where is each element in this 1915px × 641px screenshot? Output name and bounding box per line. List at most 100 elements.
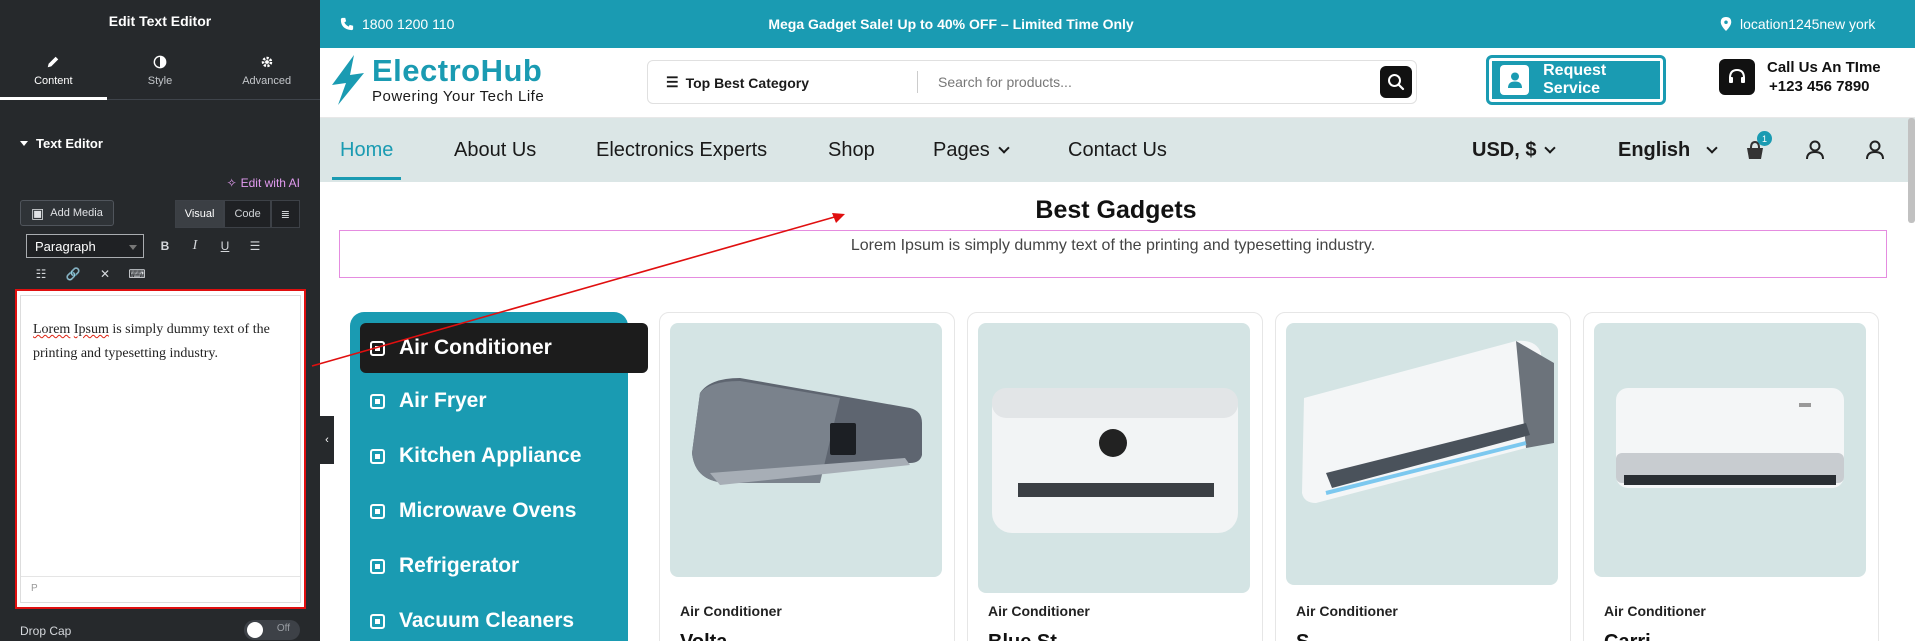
nav-pages-label: Pages (933, 138, 990, 161)
contrast-icon (153, 55, 167, 68)
code-mode-button[interactable]: Code (224, 200, 271, 228)
section-title: Text Editor (36, 135, 103, 151)
add-media-label: Add Media (50, 207, 103, 219)
chip-icon (370, 503, 385, 519)
italic-icon[interactable]: I (186, 237, 204, 255)
category-item-refrigerator[interactable]: Refrigerator (370, 546, 519, 586)
main-nav: Home About Us Electronics Experts Shop P… (320, 118, 1915, 182)
language-selector[interactable]: English (1618, 118, 1718, 182)
account-button[interactable] (1804, 118, 1826, 182)
bullet-list-icon[interactable]: ☰ (246, 237, 264, 255)
category-label: Refrigerator (399, 554, 520, 577)
product-card[interactable]: Air Conditioner S (1275, 312, 1571, 641)
editor-word-2: Ipsum (73, 322, 109, 337)
product-card[interactable]: Air Conditioner Carri (1583, 312, 1879, 641)
product-image[interactable] (670, 323, 942, 577)
add-media-button[interactable]: ▣ Add Media (20, 200, 114, 226)
product-name[interactable]: S (1296, 631, 1309, 641)
nav-shop-label: Shop (828, 138, 875, 161)
category-item-air-fryer[interactable]: Air Fryer (370, 381, 487, 421)
user-icon (1866, 140, 1884, 160)
site-logo[interactable]: ElectroHub Powering Your Tech Life (330, 54, 544, 105)
profile-button[interactable] (1864, 118, 1886, 182)
fullscreen-icon[interactable]: ✕ (96, 265, 114, 283)
cart-button[interactable]: 1 (1744, 118, 1772, 182)
search-divider (917, 71, 918, 93)
search-input[interactable] (938, 72, 1338, 92)
nav-pages[interactable]: Pages (933, 118, 1010, 182)
bold-icon[interactable]: B (156, 237, 174, 255)
currency-selector[interactable]: USD, $ (1472, 118, 1557, 182)
call-us-number: +123 456 7890 (1769, 78, 1870, 95)
product-card[interactable]: Air Conditioner Blue St (967, 312, 1263, 641)
location-pin-icon (1720, 17, 1732, 31)
media-row: ▣ Add Media Visual Code ≣ (20, 200, 300, 228)
site-header: ElectroHub Powering Your Tech Life ☰ Top… (320, 48, 1915, 118)
underline-icon[interactable]: U (216, 237, 234, 255)
toggle-knob (247, 622, 263, 638)
format-select[interactable]: Paragraph (26, 234, 144, 258)
link-icon[interactable]: 🔗 (64, 265, 82, 283)
product-image[interactable] (978, 323, 1250, 593)
nav-home[interactable]: Home (331, 118, 402, 182)
air-conditioner-image (692, 378, 922, 485)
pencil-icon (48, 56, 59, 67)
text-editor-section-toggle[interactable]: Text Editor (0, 100, 320, 186)
promo-banner: Mega Gadget Sale! Up to 40% OFF – Limite… (768, 16, 1134, 32)
nav-contact-us[interactable]: Contact Us (1068, 118, 1167, 182)
tab-advanced[interactable]: Advanced (213, 42, 320, 99)
category-item-vacuum-cleaners[interactable]: Vacuum Cleaners (370, 601, 574, 641)
tab-style[interactable]: Style (107, 42, 214, 99)
category-dropdown[interactable]: ☰ Top Best Category (666, 74, 809, 91)
drop-cap-toggle[interactable]: Off (244, 620, 300, 640)
nav-shop[interactable]: Shop (828, 118, 875, 182)
product-category: Air Conditioner (1604, 603, 1706, 619)
product-image[interactable] (1286, 323, 1558, 585)
edit-with-ai-label: Edit with AI (240, 176, 300, 190)
product-name[interactable]: Blue St (988, 631, 1057, 641)
logo-name: ElectroHub (372, 53, 543, 88)
product-card[interactable]: Air Conditioner Volta (659, 312, 955, 641)
chip-icon (370, 613, 385, 629)
tab-content[interactable]: Content (0, 42, 107, 100)
product-category: Air Conditioner (680, 603, 782, 619)
category-item-air-conditioner[interactable]: Air Conditioner (360, 323, 648, 373)
editor-canvas[interactable]: Lorem Ipsum is simply dummy text of the … (20, 295, 301, 603)
product-name[interactable]: Volta (680, 631, 727, 641)
nav-home-label: Home (340, 138, 394, 161)
location-contact[interactable]: location1245new york (1720, 16, 1875, 32)
text-editor-field[interactable]: Lorem Ipsum is simply dummy text of the … (15, 289, 306, 609)
cart-count-badge: 1 (1757, 131, 1772, 146)
editor-path: P (21, 576, 300, 602)
category-label: Microwave Ovens (399, 499, 577, 522)
category-item-kitchen-appliance[interactable]: Kitchen Appliance (370, 436, 581, 476)
text-editor-widget[interactable]: Lorem Ipsum is simply dummy text of the … (339, 230, 1887, 278)
editor-content[interactable]: Lorem Ipsum is simply dummy text of the … (21, 296, 300, 388)
nav-about-label: About Us (454, 138, 537, 161)
toggle-state: Off (276, 623, 290, 634)
visual-mode-button[interactable]: Visual (174, 200, 225, 228)
location-text: location1245new york (1740, 16, 1876, 32)
call-us-block[interactable]: Call Us An TIme +123 456 7890 (1719, 58, 1881, 96)
keyboard-icon[interactable]: ⌨ (128, 265, 146, 283)
product-image[interactable] (1594, 323, 1866, 577)
top-bar: 1800 1200 110 Mega Gadget Sale! Up to 40… (320, 0, 1915, 48)
format-toolbar: Paragraph B I U ☰ ☷ 🔗 ✕ ⌨ (20, 232, 300, 284)
panel-tabs: Content Style Advanced (0, 42, 320, 100)
nav-electronics-experts[interactable]: Electronics Experts (596, 118, 767, 182)
chip-icon (370, 558, 385, 574)
request-service-button[interactable]: Request Service (1486, 55, 1666, 105)
section-heading: Best Gadgets (1035, 196, 1197, 224)
category-label: Kitchen Appliance (399, 444, 582, 467)
search-button[interactable] (1380, 66, 1412, 98)
currency-label: USD, $ (1472, 138, 1537, 161)
database-icon[interactable]: ≣ (270, 200, 300, 228)
edit-with-ai-button[interactable]: ✧ Edit with AI (227, 176, 300, 190)
numbered-list-icon[interactable]: ☷ (32, 265, 50, 283)
category-item-microwave-ovens[interactable]: Microwave Ovens (370, 491, 576, 531)
category-label: Top Best Category (685, 74, 809, 91)
nav-about-us[interactable]: About Us (454, 118, 536, 182)
product-name[interactable]: Carri (1604, 631, 1651, 641)
air-conditioner-image (1616, 388, 1844, 488)
user-icon (1507, 72, 1522, 88)
